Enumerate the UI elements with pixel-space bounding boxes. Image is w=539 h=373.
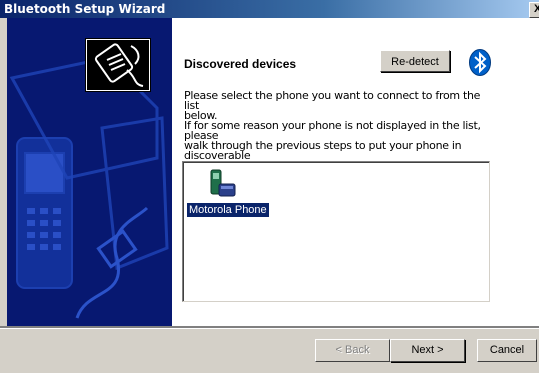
phone-cable-icon	[94, 43, 144, 87]
redetect-button[interactable]: Re-detect	[380, 50, 450, 72]
cancel-button[interactable]: Cancel	[477, 339, 537, 362]
close-button[interactable]: X	[529, 2, 539, 18]
window-title: Bluetooth Setup Wizard	[4, 2, 166, 16]
instructions-text: Please select the phone you want to conn…	[184, 89, 481, 171]
bluetooth-icon	[469, 49, 491, 76]
footer-divider	[0, 326, 539, 329]
device-list[interactable]: Motorola Phone	[182, 161, 490, 302]
next-button[interactable]: Next >	[390, 339, 465, 362]
device-label: Motorola Phone	[187, 203, 269, 217]
title-bar[interactable]: Bluetooth Setup Wizard X	[0, 0, 539, 18]
mobile-phone-icon	[210, 169, 236, 197]
back-button[interactable]: < Back	[315, 339, 390, 362]
wizard-header-icon	[85, 38, 151, 92]
page-heading: Discovered devices	[184, 57, 297, 71]
